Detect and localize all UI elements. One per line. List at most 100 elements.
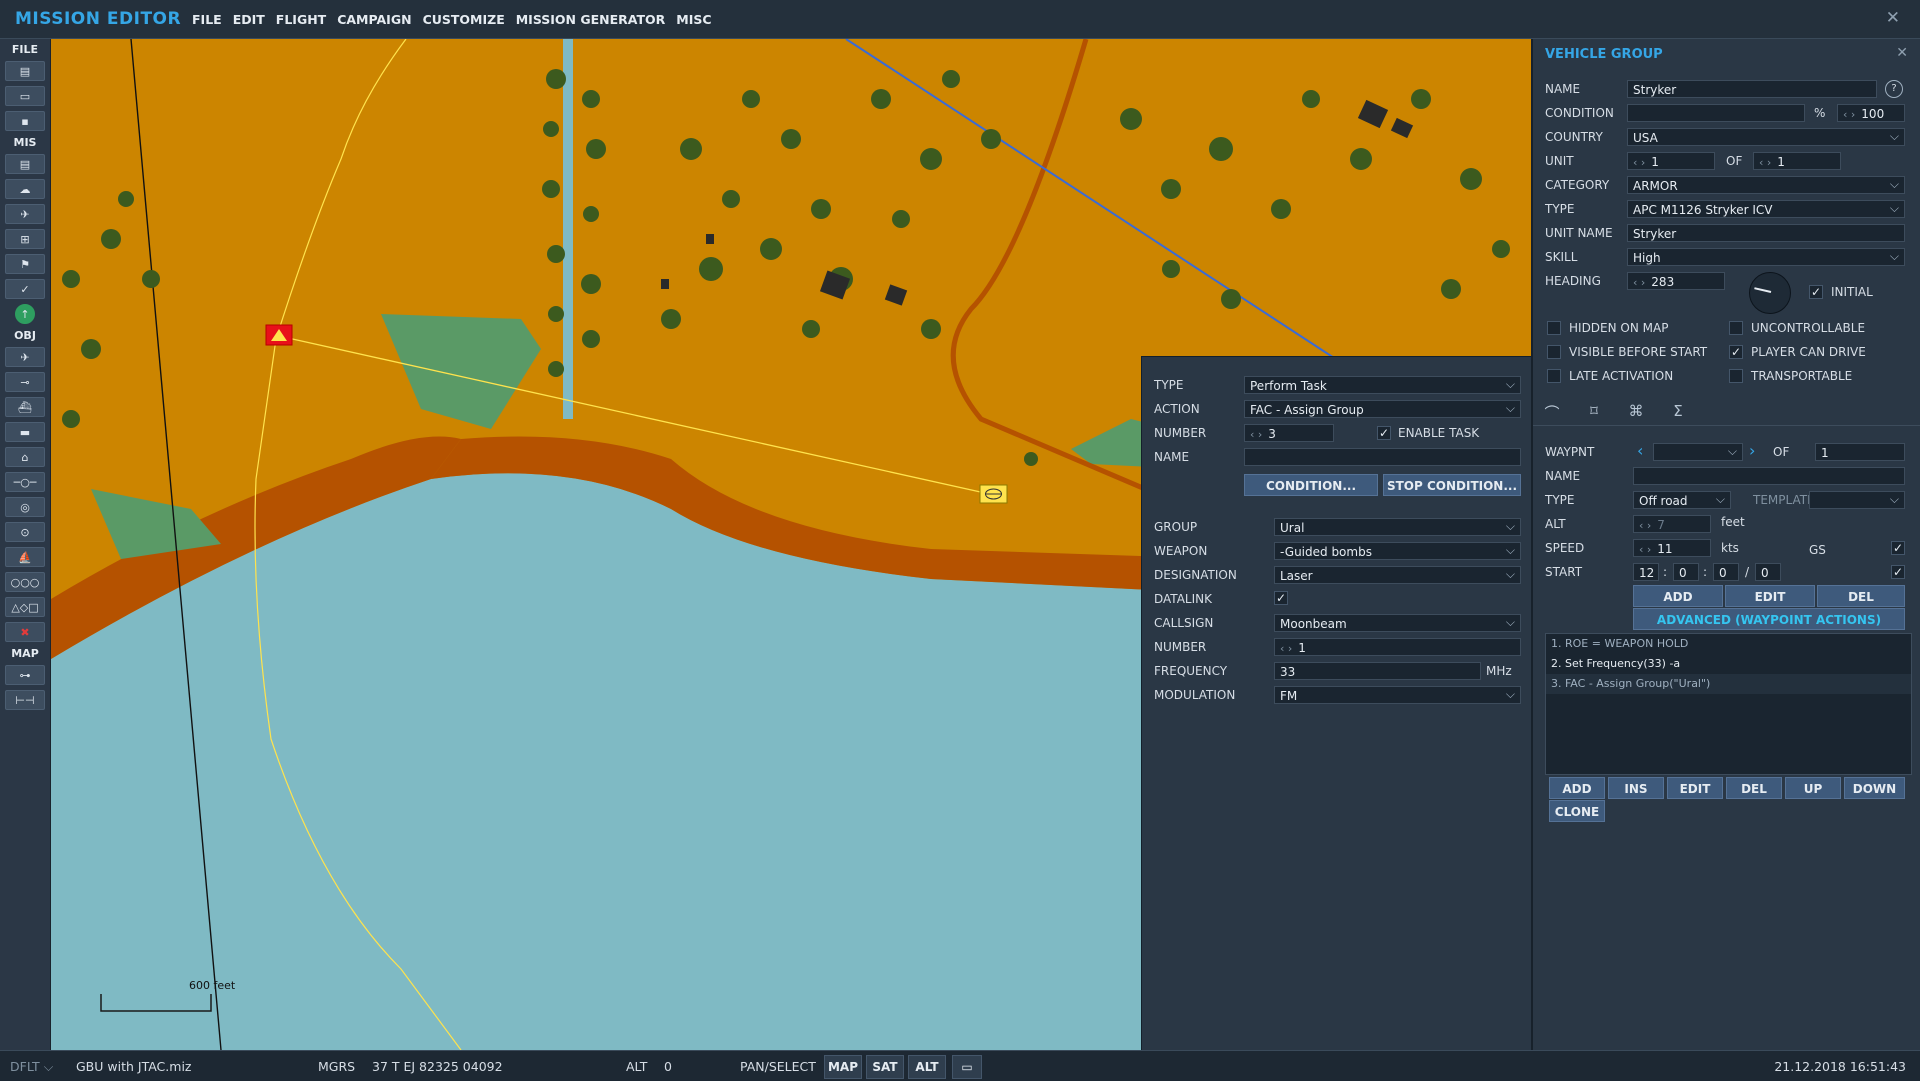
start-hours[interactable]: 12 — [1633, 563, 1659, 581]
menu-file[interactable]: FILE — [192, 12, 222, 27]
initial-checkbox[interactable]: ✓ — [1809, 285, 1823, 299]
radar-icon[interactable]: ⊙ — [5, 522, 45, 542]
alt-mode-button[interactable]: ALT — [908, 1055, 946, 1079]
type-select[interactable]: APC M1126 Stryker ICV — [1627, 200, 1905, 218]
waypoint-name-input[interactable] — [1633, 467, 1905, 485]
start-minutes[interactable]: 0 — [1673, 563, 1699, 581]
waypoint-type-select[interactable]: Off road — [1633, 491, 1731, 509]
action-add-button[interactable]: ADD — [1549, 777, 1605, 799]
callsign-select[interactable]: Moonbeam — [1274, 614, 1521, 632]
weapon-select[interactable]: -Guided bombs — [1274, 542, 1521, 560]
vehicle-icon[interactable]: ▬ — [5, 422, 45, 442]
menu-campaign[interactable]: CAMPAIGN — [337, 12, 411, 27]
open-folder-icon[interactable]: ▭ — [5, 86, 45, 106]
advanced-waypoint-actions-button[interactable]: ADVANCED (WAYPOINT ACTIONS) — [1633, 608, 1905, 630]
delete-icon[interactable]: ✖ — [5, 622, 45, 642]
airplane-icon[interactable]: ✈ — [5, 347, 45, 367]
heading-stepper[interactable]: ‹ › 283 — [1627, 272, 1725, 290]
route-tab-icon[interactable]: ⌒ — [1539, 402, 1565, 422]
callsign-number-stepper[interactable]: ‹ › 1 — [1274, 638, 1521, 656]
map-key-icon[interactable]: ⊶ — [5, 665, 45, 685]
menu-mission-generator[interactable]: MISSION GENERATOR — [516, 12, 666, 27]
triggers-icon[interactable]: ⚑ — [5, 254, 45, 274]
speed-stepper[interactable]: ‹ › 11 — [1633, 539, 1711, 557]
designation-select[interactable]: Laser — [1274, 566, 1521, 584]
summary-tab-icon[interactable]: Σ — [1665, 402, 1691, 422]
mode-select[interactable]: DFLT ⌵ — [10, 1059, 53, 1075]
task-type-select[interactable]: Perform Task — [1244, 376, 1521, 394]
targets-tab-icon[interactable]: ⌑ — [1581, 402, 1607, 422]
target-icon[interactable]: ◎ — [5, 497, 45, 517]
unit-name-input[interactable]: Stryker — [1627, 224, 1905, 242]
gs-checkbox[interactable]: ✓ — [1891, 541, 1905, 555]
start-checkbox[interactable]: ✓ — [1891, 565, 1905, 579]
condition-stepper[interactable]: ‹ › 100 — [1837, 104, 1905, 122]
weather-icon[interactable]: ☁ — [5, 179, 45, 199]
check-icon[interactable]: ✓ — [5, 279, 45, 299]
template-select[interactable] — [1809, 491, 1905, 509]
compass-icon[interactable]: ↑ — [15, 304, 35, 324]
new-file-icon[interactable]: ▤ — [5, 61, 45, 81]
group-name-input[interactable]: Stryker — [1627, 80, 1877, 98]
task-number-stepper[interactable]: ‹ › 3 — [1244, 424, 1334, 442]
toggle-icon[interactable]: ▭ — [952, 1055, 982, 1079]
skill-select[interactable]: High — [1627, 248, 1905, 266]
task-action-select[interactable]: FAC - Assign Group — [1244, 400, 1521, 418]
uncontrollable-checkbox[interactable] — [1729, 321, 1743, 335]
enable-task-checkbox[interactable]: ✓ — [1377, 426, 1391, 440]
menu-edit[interactable]: EDIT — [233, 12, 265, 27]
unit-stepper[interactable]: ‹ › 1 — [1627, 152, 1715, 170]
save-icon[interactable]: ▪ — [5, 111, 45, 131]
waypoint-add-button[interactable]: ADD — [1633, 585, 1723, 607]
condition-button[interactable]: CONDITION... — [1244, 474, 1378, 496]
static-object-icon[interactable]: ⌂ — [5, 447, 45, 467]
ruler-icon[interactable]: ⊢⊣ — [5, 690, 45, 710]
start-day[interactable]: 0 — [1755, 563, 1781, 581]
helicopter-icon[interactable]: ⊸ — [5, 372, 45, 392]
group-icon[interactable]: ○○○ — [5, 572, 45, 592]
menu-flight[interactable]: FLIGHT — [276, 12, 326, 27]
action-edit-button[interactable]: EDIT — [1667, 777, 1723, 799]
sat-mode-button[interactable]: SAT — [866, 1055, 904, 1079]
country-select[interactable]: USA — [1627, 128, 1905, 146]
action-up-button[interactable]: UP — [1785, 777, 1841, 799]
close-panel-icon[interactable]: ✕ — [1896, 45, 1908, 61]
aircraft-route-icon[interactable]: ✈ — [5, 204, 45, 224]
carrier-icon[interactable]: ⛵ — [5, 547, 45, 567]
help-icon[interactable]: ? — [1885, 80, 1903, 98]
menu-customize[interactable]: CUSTOMIZE — [423, 12, 505, 27]
condition-bar[interactable] — [1627, 104, 1805, 122]
action-del-button[interactable]: DEL — [1726, 777, 1782, 799]
waypoint-select[interactable] — [1653, 443, 1743, 461]
shapes-icon[interactable]: △◇□ — [5, 597, 45, 617]
late-activation-checkbox[interactable] — [1547, 369, 1561, 383]
next-waypoint-icon[interactable]: › — [1749, 441, 1755, 460]
waypoint-icon[interactable]: ─○─ — [5, 472, 45, 492]
stop-condition-button[interactable]: STOP CONDITION... — [1383, 474, 1521, 496]
list-item[interactable]: 1. ROE = WEAPON HOLD — [1546, 634, 1911, 654]
map-mode-button[interactable]: MAP — [824, 1055, 862, 1079]
start-seconds[interactable]: 0 — [1713, 563, 1739, 581]
action-clone-button[interactable]: CLONE — [1549, 800, 1605, 822]
group-select[interactable]: Ural — [1274, 518, 1521, 536]
datalink-checkbox[interactable]: ✓ — [1274, 591, 1288, 605]
waypoint-edit-button[interactable]: EDIT — [1725, 585, 1815, 607]
modulation-select[interactable]: FM — [1274, 686, 1521, 704]
ship-icon[interactable]: ⛴ — [5, 397, 45, 417]
task-name-input[interactable] — [1244, 448, 1521, 466]
waypoint-del-button[interactable]: DEL — [1817, 585, 1905, 607]
frequency-input[interactable]: 33 — [1274, 662, 1481, 680]
briefing-icon[interactable]: ▤ — [5, 154, 45, 174]
list-item[interactable]: 3. FAC - Assign Group("Ural") — [1546, 674, 1911, 694]
visible-before-start-checkbox[interactable] — [1547, 345, 1561, 359]
list-item[interactable]: 2. Set Frequency(33) -a — [1546, 654, 1911, 674]
category-select[interactable]: ARMOR — [1627, 176, 1905, 194]
transportable-checkbox[interactable] — [1729, 369, 1743, 383]
heading-dial[interactable] — [1749, 272, 1791, 314]
hidden-on-map-checkbox[interactable] — [1547, 321, 1561, 335]
waypoint-actions-list[interactable]: 1. ROE = WEAPON HOLD 2. Set Frequency(33… — [1545, 633, 1912, 775]
menu-misc[interactable]: MISC — [676, 12, 711, 27]
prev-waypoint-icon[interactable]: ‹ — [1637, 441, 1643, 460]
action-down-button[interactable]: DOWN — [1844, 777, 1905, 799]
trigger-zone-icon[interactable]: ⊞ — [5, 229, 45, 249]
